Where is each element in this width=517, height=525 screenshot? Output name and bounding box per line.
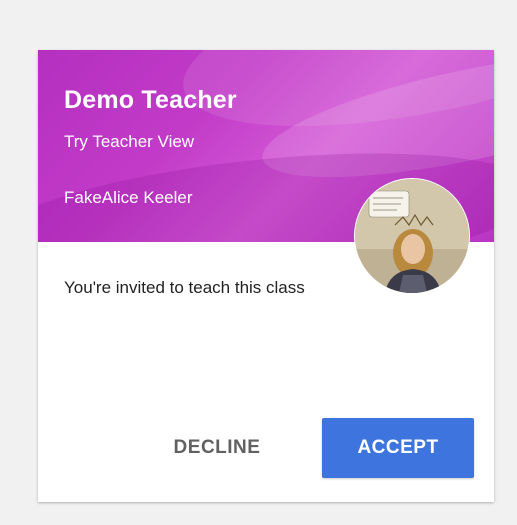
class-invite-card: Demo Teacher Try Teacher View FakeAlice … (38, 50, 494, 502)
class-owner: FakeAlice Keeler (64, 188, 193, 207)
accept-button[interactable]: ACCEPT (322, 418, 474, 478)
invite-message: You're invited to teach this class (64, 278, 305, 297)
page: Demo Teacher Try Teacher View FakeAlice … (0, 0, 517, 525)
avatar-photo-icon (355, 179, 469, 293)
class-title[interactable]: Demo Teacher (64, 86, 237, 115)
class-section: Try Teacher View (64, 132, 195, 151)
decline-button[interactable]: DECLINE (162, 418, 272, 478)
teacher-avatar-icon (354, 178, 470, 294)
